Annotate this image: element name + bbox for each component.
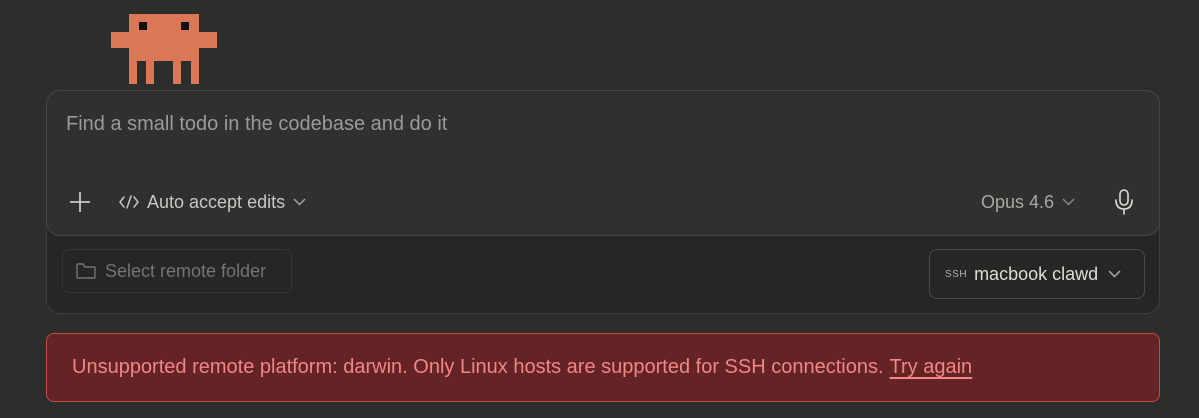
error-message: Unsupported remote platform: darwin. Onl…: [72, 356, 884, 378]
voice-input-button[interactable]: [1112, 188, 1136, 216]
chevron-down-icon: [1062, 198, 1075, 206]
select-remote-folder-button[interactable]: Select remote folder: [62, 249, 292, 293]
prompt-input[interactable]: [66, 113, 1126, 136]
app-root: Auto accept edits Opus 4.6 Select remote…: [0, 0, 1199, 418]
permission-mode-dropdown[interactable]: Auto accept edits: [119, 190, 306, 214]
try-again-link[interactable]: Try again: [890, 356, 973, 379]
select-remote-folder-label: Select remote folder: [105, 260, 267, 281]
model-selector[interactable]: Opus 4.6: [981, 190, 1075, 214]
folder-icon: [76, 263, 96, 279]
permission-mode-label: Auto accept edits: [147, 191, 286, 212]
model-label: Opus 4.6: [981, 191, 1055, 212]
microphone-icon: [1115, 189, 1133, 215]
chevron-down-icon: [293, 198, 306, 206]
pixel-creature-icon: [111, 14, 217, 84]
error-banner: Unsupported remote platform: darwin. Onl…: [46, 333, 1160, 402]
chevron-down-icon: [1108, 270, 1121, 278]
ssh-host-selector[interactable]: SSH macbook clawd: [929, 249, 1145, 299]
plus-icon: [70, 192, 90, 212]
ssh-host-label: macbook clawd: [974, 263, 1099, 284]
add-attachment-button[interactable]: [68, 190, 92, 214]
ssh-tag: SSH: [945, 268, 968, 280]
code-icon: [119, 195, 139, 209]
prompt-box: Auto accept edits Opus 4.6: [46, 90, 1160, 236]
